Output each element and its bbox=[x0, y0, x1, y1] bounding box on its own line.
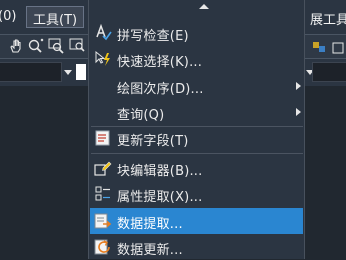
color-swatch[interactable] bbox=[76, 64, 86, 80]
menu-item-label: 拼写检查(E) bbox=[117, 29, 189, 44]
attribute-extract-icon bbox=[94, 185, 112, 203]
toolbar-icon-right[interactable] bbox=[312, 40, 328, 59]
submenu-arrow-icon bbox=[296, 82, 301, 90]
toolbar-icon-right-2[interactable] bbox=[332, 40, 346, 59]
scroll-up-icon[interactable] bbox=[199, 4, 209, 9]
menu-item-label: 数据更新... bbox=[117, 243, 183, 258]
block-editor-icon bbox=[94, 159, 112, 177]
zoom-realtime-icon[interactable] bbox=[27, 38, 45, 58]
chevron-down-icon[interactable] bbox=[64, 70, 72, 75]
menu-item-inquiry[interactable]: 查询(Q) bbox=[90, 99, 303, 125]
menu-item-label: 查询(Q) bbox=[117, 108, 165, 123]
menu-item-data-extraction[interactable]: 数据提取... bbox=[90, 208, 303, 234]
menu-item-update-fields[interactable]: 更新字段(T) bbox=[90, 125, 303, 151]
layer-dropdown[interactable] bbox=[0, 62, 62, 82]
menu-item-quick-select[interactable]: 快速选择(K)... bbox=[90, 46, 303, 72]
zoom-window-icon[interactable] bbox=[48, 38, 66, 58]
data-extract-icon bbox=[94, 212, 112, 230]
quick-select-icon bbox=[94, 50, 112, 68]
menu-item-label: 属性提取(X)... bbox=[117, 190, 203, 205]
menu-item-label: 块编辑器(B)... bbox=[117, 164, 203, 179]
menu-separator bbox=[91, 153, 303, 154]
menu-item-label: 快速选择(K)... bbox=[117, 55, 203, 70]
menu-item-previous[interactable]: (0) bbox=[0, 9, 16, 24]
submenu-arrow-icon bbox=[296, 108, 301, 116]
menu-item-attribute-extract[interactable]: 属性提取(X)... bbox=[90, 181, 303, 207]
data-update-icon bbox=[94, 238, 112, 256]
menu-item-extended-tools[interactable]: 展工具( bbox=[310, 9, 346, 28]
menu-item-data-update[interactable]: 数据更新... bbox=[90, 234, 303, 260]
update-field-icon bbox=[94, 129, 112, 147]
menu-item-label: 数据提取... bbox=[117, 217, 183, 232]
menu-item-draw-order[interactable]: 绘图次序(D)... bbox=[90, 73, 303, 99]
menu-item-tools[interactable]: 工具(T) bbox=[26, 6, 84, 28]
menu-item-label: 更新字段(T) bbox=[117, 134, 189, 149]
spell-check-icon bbox=[94, 23, 112, 42]
menu-item-spell-check[interactable]: 拼写检查(E) bbox=[90, 20, 303, 46]
linetype-dropdown[interactable] bbox=[312, 62, 346, 82]
zoom-extents-icon[interactable] bbox=[69, 38, 87, 58]
menu-item-label: 绘图次序(D)... bbox=[117, 82, 204, 97]
tools-dropdown-menu: 拼写检查(E) 快速选择(K)... 绘图次序(D)... 查询(Q) 更新字段… bbox=[88, 0, 305, 259]
pan-hand-icon[interactable] bbox=[8, 38, 24, 58]
menu-item-block-editor[interactable]: 块编辑器(B)... bbox=[90, 155, 303, 181]
